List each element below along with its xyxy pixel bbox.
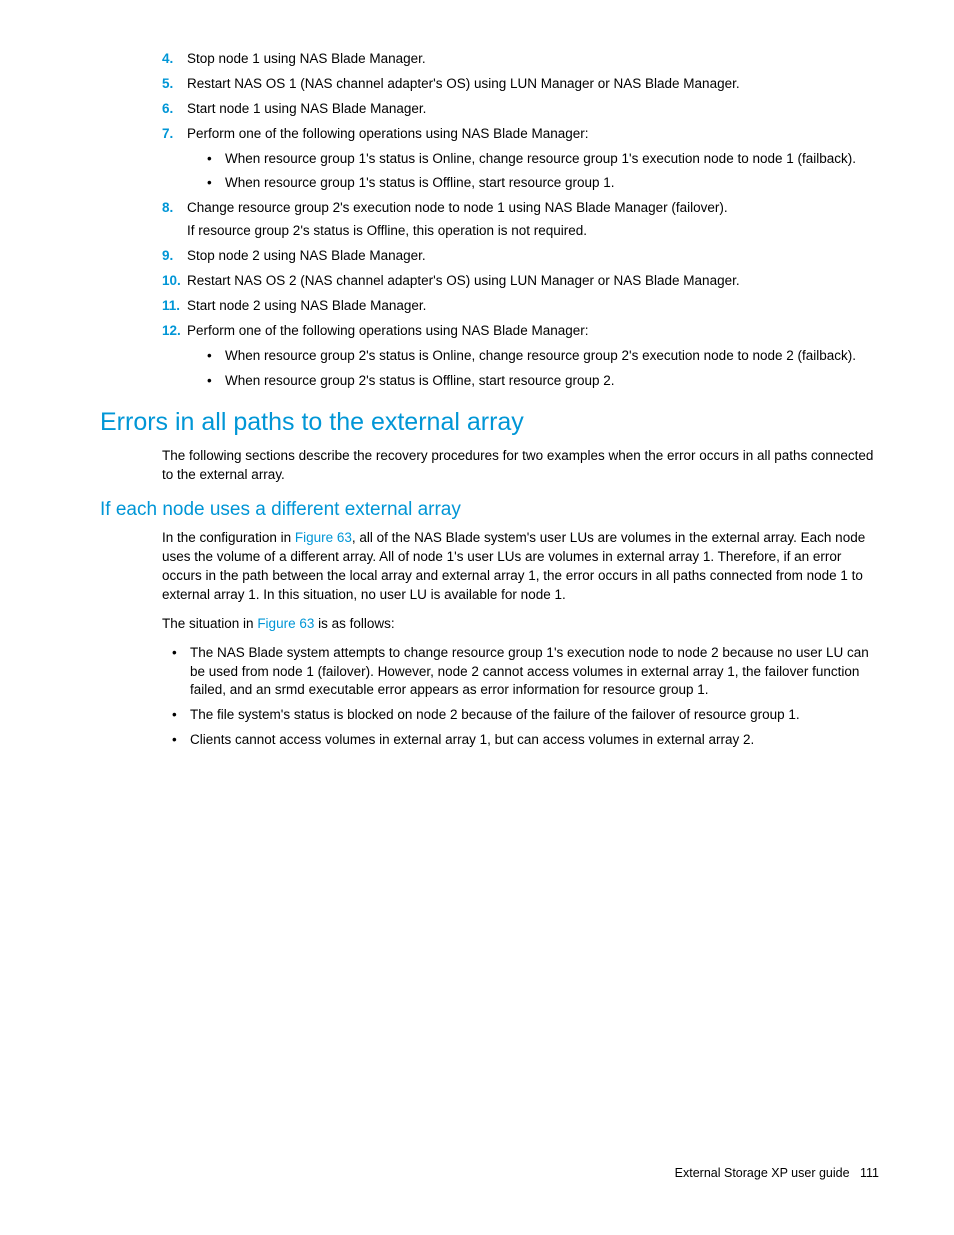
heading-different-external-array: If each node uses a different external a…	[100, 499, 879, 521]
step-12-sub-1: When resource group 2's status is Online…	[207, 347, 879, 366]
step-8-extra: If resource group 2's status is Offline,…	[187, 222, 879, 241]
step-text: Perform one of the following operations …	[187, 126, 588, 141]
bullet-1: The NAS Blade system attempts to change …	[172, 644, 879, 701]
footer-title: External Storage XP user guide	[675, 1166, 850, 1180]
p3-part-b: is as follows:	[314, 616, 394, 631]
step-number: 6.	[162, 100, 173, 119]
step-text: Start node 2 using NAS Blade Manager.	[187, 298, 426, 313]
step-7: 7. Perform one of the following operation…	[162, 125, 879, 194]
p3-part-a: The situation in	[162, 616, 257, 631]
step-12: 12. Perform one of the following operatio…	[162, 322, 879, 391]
step-7-sub-2: When resource group 1's status is Offlin…	[207, 174, 879, 193]
step-number: 12.	[162, 322, 181, 341]
step-text: Perform one of the following operations …	[187, 323, 588, 338]
config-paragraph: In the configuration in Figure 63, all o…	[162, 529, 879, 605]
situation-bullets: The NAS Blade system attempts to change …	[172, 644, 879, 750]
step-7-sub-1: When resource group 1's status is Online…	[207, 150, 879, 169]
step-number: 8.	[162, 199, 173, 218]
step-8: 8. Change resource group 2's execution no…	[162, 199, 879, 241]
step-text: Start node 1 using NAS Blade Manager.	[187, 101, 426, 116]
step-4: 4. Stop node 1 using NAS Blade Manager.	[162, 50, 879, 69]
footer-page-number: 111	[860, 1166, 879, 1180]
heading-errors-all-paths: Errors in all paths to the external arra…	[100, 408, 879, 437]
bullet-3: Clients cannot access volumes in externa…	[172, 731, 879, 750]
situation-paragraph: The situation in Figure 63 is as follows…	[162, 615, 879, 634]
document-page: 4. Stop node 1 using NAS Blade Manager. 5…	[0, 0, 954, 800]
figure-63-link[interactable]: Figure 63	[295, 530, 352, 545]
intro-paragraph: The following sections describe the reco…	[162, 447, 879, 485]
step-text: Change resource group 2's execution node…	[187, 200, 728, 215]
step-number: 10.	[162, 272, 181, 291]
step-5: 5. Restart NAS OS 1 (NAS channel adapter'…	[162, 75, 879, 94]
p2-part-a: In the configuration in	[162, 530, 295, 545]
step-number: 9.	[162, 247, 173, 266]
step-12-sub-2: When resource group 2's status is Offlin…	[207, 372, 879, 391]
step-11: 11. Start node 2 using NAS Blade Manager.	[162, 297, 879, 316]
step-text: Restart NAS OS 2 (NAS channel adapter's …	[187, 273, 740, 288]
step-text: Stop node 1 using NAS Blade Manager.	[187, 51, 426, 66]
step-9: 9. Stop node 2 using NAS Blade Manager.	[162, 247, 879, 266]
bullet-2: The file system's status is blocked on n…	[172, 706, 879, 725]
step-number: 4.	[162, 50, 173, 69]
step-number: 7.	[162, 125, 173, 144]
step-number: 5.	[162, 75, 173, 94]
step-6: 6. Start node 1 using NAS Blade Manager.	[162, 100, 879, 119]
step-text: Stop node 2 using NAS Blade Manager.	[187, 248, 426, 263]
step-number: 11.	[162, 297, 180, 316]
step-10: 10. Restart NAS OS 2 (NAS channel adapter…	[162, 272, 879, 291]
step-text: Restart NAS OS 1 (NAS channel adapter's …	[187, 76, 740, 91]
page-footer: External Storage XP user guide 111	[675, 1166, 879, 1180]
procedure-steps: 4. Stop node 1 using NAS Blade Manager. 5…	[162, 50, 879, 390]
figure-63-link-2[interactable]: Figure 63	[257, 616, 314, 631]
